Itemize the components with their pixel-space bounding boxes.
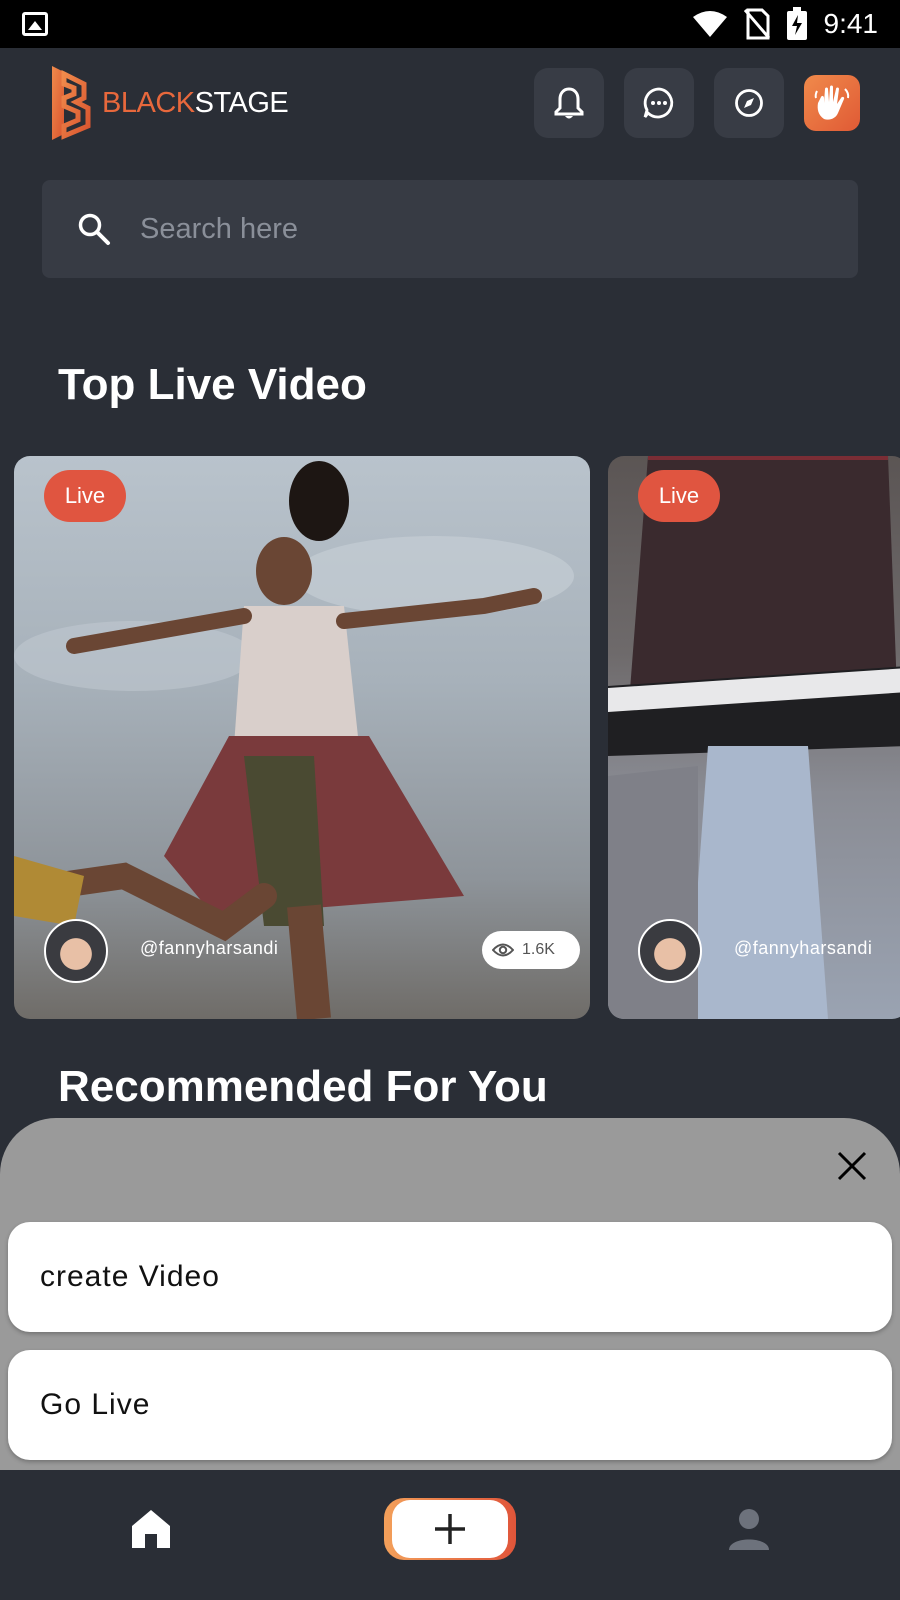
bell-icon	[554, 87, 584, 119]
search-input[interactable]	[140, 212, 780, 246]
live-video-card[interactable]: Live @fannyharsandi 1.6K	[14, 456, 590, 1019]
status-icons: 9:41	[692, 6, 879, 42]
home-icon[interactable]	[128, 1506, 174, 1552]
top-live-title: Top Live Video	[58, 360, 367, 409]
avatar[interactable]	[638, 919, 702, 983]
go-live-button[interactable]: Go Live	[8, 1350, 892, 1460]
live-badge: Live	[44, 470, 126, 522]
status-bar: 9:41	[0, 0, 900, 48]
wifi-icon	[692, 11, 727, 37]
username[interactable]: @fannyharsandi	[734, 938, 872, 959]
logo-text: BLACKSTAGE	[102, 86, 289, 119]
no-sim-icon	[743, 8, 770, 40]
close-icon[interactable]	[832, 1146, 872, 1186]
add-icon	[435, 1514, 465, 1544]
view-count: 1.6K	[522, 941, 555, 958]
clock: 9:41	[823, 8, 879, 39]
blackstage-logo-icon	[52, 66, 91, 140]
hand-wave-icon	[814, 85, 850, 120]
live-badge: Live	[638, 470, 720, 522]
avatar[interactable]	[44, 919, 108, 983]
explore-button[interactable]	[714, 68, 784, 138]
create-video-button[interactable]: create Video	[8, 1222, 892, 1332]
create-options-sheet: create Video Go Live	[0, 1118, 900, 1470]
view-count-badge: 1.6K	[482, 931, 580, 969]
search-bar[interactable]	[42, 180, 858, 278]
messages-button[interactable]	[624, 68, 694, 138]
add-content-button[interactable]	[384, 1498, 516, 1560]
profile-icon[interactable]	[726, 1506, 772, 1552]
recommended-title: Recommended For You	[58, 1062, 548, 1111]
eye-icon	[492, 943, 514, 957]
live-video-card[interactable]: Live @fannyharsandi	[608, 456, 900, 1019]
search-icon	[74, 209, 114, 249]
gallery-notification-icon	[22, 12, 48, 36]
wave-button[interactable]	[804, 75, 860, 131]
compass-icon	[735, 89, 763, 117]
card-divider	[590, 456, 608, 1019]
brand-logo[interactable]: BLACKSTAGE	[48, 64, 289, 142]
bottom-navigation	[0, 1470, 900, 1600]
battery-charging-icon	[786, 7, 807, 40]
notifications-button[interactable]	[534, 68, 604, 138]
chat-icon	[643, 87, 674, 119]
username[interactable]: @fannyharsandi	[140, 938, 278, 959]
